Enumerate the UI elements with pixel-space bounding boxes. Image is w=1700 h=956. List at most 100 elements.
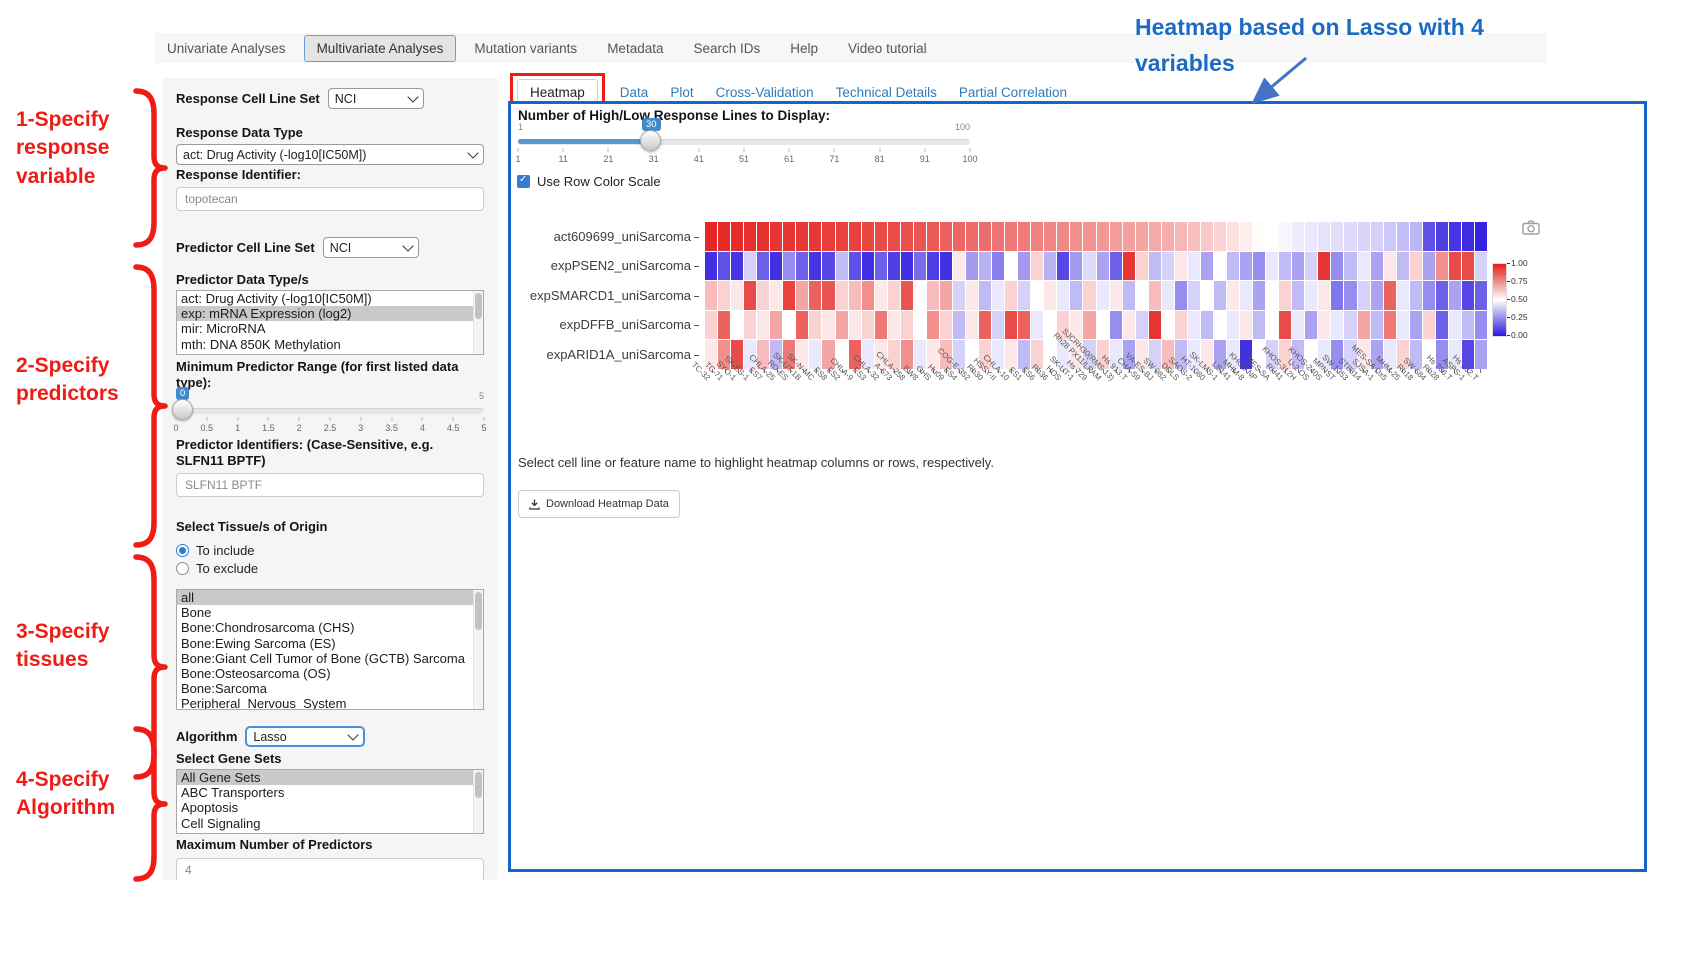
list-option-bone-ewing-sarcoma-es[interactable]: Bone:Ewing Sarcoma (ES) [177, 636, 483, 651]
nav-tab-multivariate-analyses[interactable]: Multivariate Analyses [304, 35, 457, 62]
heatmap-cell [783, 222, 795, 251]
heatmap-grid[interactable] [705, 222, 1487, 369]
heatmap-cell [914, 311, 926, 340]
tab-data[interactable]: Data [620, 85, 649, 100]
heatmap-cell [1475, 340, 1487, 369]
radio-to-exclude[interactable] [176, 562, 189, 575]
heatmap-cell [783, 281, 795, 310]
heatmap-row-label-exppsen2-unisarcoma[interactable]: expPSEN2_uniSarcoma [505, 251, 699, 280]
slider-max-label: 100 [955, 122, 970, 132]
heatmap-cell [875, 252, 887, 281]
heatmap-cell [849, 281, 861, 310]
slider-tick-label: 4 [420, 423, 425, 433]
list-option-bone-sarcoma[interactable]: Bone:Sarcoma [177, 681, 483, 696]
response-identifier-input[interactable]: topotecan [176, 187, 484, 211]
list-option-bone-giant-cell-tumor-of-bone-gctb-sarcoma[interactable]: Bone:Giant Cell Tumor of Bone (GCTB) Sar… [177, 651, 483, 666]
tissues-listbox[interactable]: allBoneBone:Chondrosarcoma (CHS)Bone:Ewi… [176, 589, 484, 710]
list-option-abc-transporters[interactable]: ABC Transporters [177, 785, 483, 800]
heatmap-row-label-expdffb-unisarcoma[interactable]: expDFFB_uniSarcoma [505, 310, 699, 339]
predictor-cell-line-set-select[interactable]: NCI [323, 237, 419, 258]
list-option-cell-signaling[interactable]: Cell Signaling [177, 816, 483, 831]
gene-sets-listbox[interactable]: All Gene SetsABC TransportersApoptosisCe… [176, 769, 484, 834]
list-option-apoptosis[interactable]: Apoptosis [177, 800, 483, 815]
heatmap-row-label-expsmarcd1-unisarcoma[interactable]: expSMARCD1_uniSarcoma [505, 281, 699, 310]
list-option-bone-chondrosarcoma-chs[interactable]: Bone:Chondrosarcoma (CHS) [177, 620, 483, 635]
heatmap-cell [822, 222, 834, 251]
tab-plot[interactable]: Plot [670, 85, 693, 100]
heatmap-cell [1344, 222, 1356, 251]
heatmap-cell [1384, 311, 1396, 340]
scrollbar-thumb[interactable] [475, 293, 482, 319]
predictor-identifiers-input[interactable]: SLFN11 BPTF [176, 473, 484, 497]
list-option-all-gene-sets[interactable]: All Gene Sets [177, 770, 483, 785]
tab-cross-validation[interactable]: Cross-Validation [716, 85, 814, 100]
heatmap-cell [1018, 252, 1030, 281]
response-lines-slider-label: Number of High/Low Response Lines to Dis… [518, 108, 830, 123]
response-cell-line-set-select[interactable]: NCI [328, 88, 424, 109]
tab-technical-details[interactable]: Technical Details [836, 85, 937, 100]
heatmap-cell [705, 281, 717, 310]
heatmap-cell [718, 252, 730, 281]
list-option-all[interactable]: all [177, 590, 483, 605]
heatmap-cell [1123, 311, 1135, 340]
tab-partial-correlation[interactable]: Partial Correlation [959, 85, 1067, 100]
slider-tickmark [484, 417, 485, 421]
scrollbar[interactable] [473, 291, 483, 354]
download-heatmap-data-button[interactable]: Download Heatmap Data [518, 490, 680, 518]
scrollbar-thumb[interactable] [475, 772, 482, 798]
heatmap-cell [1070, 281, 1082, 310]
nav-tab-video-tutorial[interactable]: Video tutorial [836, 36, 939, 61]
heatmap-cell [1279, 252, 1291, 281]
heatmap-cell [1201, 222, 1213, 251]
heatmap-cell [914, 222, 926, 251]
list-option-peripheral-nervous-system[interactable]: Peripheral_Nervous_System [177, 696, 483, 710]
min-predictor-range-label: Minimum Predictor Range (for first liste… [176, 359, 484, 391]
heatmap-cell [1305, 222, 1317, 251]
heatmap-row-label-act609699-unisarcoma[interactable]: act609699_uniSarcoma [505, 222, 699, 251]
heatmap-cell [1358, 281, 1370, 310]
nav-tab-metadata[interactable]: Metadata [595, 36, 675, 61]
slider-tickmark [653, 148, 654, 152]
response-data-type-select[interactable]: act: Drug Activity (-log10[IC50M]) [176, 144, 484, 165]
heatmap-cell [1279, 222, 1291, 251]
scrollbar[interactable] [473, 590, 483, 709]
slider-track[interactable] [176, 408, 484, 414]
heatmap-cell [1292, 222, 1304, 251]
nav-tab-mutation-variants[interactable]: Mutation variants [462, 36, 589, 61]
list-option-act-drug-activity-log10-ic50m[interactable]: act: Drug Activity (-log10[IC50M]) [177, 291, 483, 306]
scrollbar-thumb[interactable] [475, 592, 482, 630]
list-option-mir-microrna[interactable]: mir: MicroRNA [177, 321, 483, 336]
heatmap-cell [927, 252, 939, 281]
slider-tickmark [924, 148, 925, 152]
row-color-scale-checkbox[interactable] [517, 175, 530, 188]
list-option-bone-osteosarcoma-os[interactable]: Bone:Osteosarcoma (OS) [177, 666, 483, 681]
predictor-data-types-listbox[interactable]: act: Drug Activity (-log10[IC50M])exp: m… [176, 290, 484, 355]
heatmap-cell [1110, 281, 1122, 310]
heatmap-cell [953, 311, 965, 340]
list-option-exp-mrna-expression-log2[interactable]: exp: mRNA Expression (log2) [177, 306, 483, 321]
heatmap-cell [1423, 281, 1435, 310]
scrollbar[interactable] [473, 770, 483, 833]
heatmap-cell [914, 281, 926, 310]
nav-tab-search-ids[interactable]: Search IDs [681, 36, 772, 61]
heatmap-row-label-exparid1a-unisarcoma[interactable]: expARID1A_uniSarcoma [505, 340, 699, 369]
list-option-mth-dna-850k-methylation[interactable]: mth: DNA 850K Methylation [177, 337, 483, 352]
radio-to-include[interactable] [176, 544, 189, 557]
heatmap-cell [1475, 252, 1487, 281]
nav-tab-help[interactable]: Help [778, 36, 830, 61]
heatmap-cell [1475, 311, 1487, 340]
slider-tickmark [744, 148, 745, 152]
heatmap-cell [1110, 222, 1122, 251]
response-lines-slider[interactable]: 1 100 30 1112131415161718191100 [518, 124, 970, 174]
heatmap-cell [1162, 222, 1174, 251]
nav-tab-univariate-analyses[interactable]: Univariate Analyses [155, 36, 298, 61]
algorithm-select[interactable]: Lasso [245, 726, 365, 747]
camera-icon[interactable] [1522, 220, 1540, 235]
heatmap-cell [1305, 252, 1317, 281]
slider-tick-label: 100 [962, 154, 977, 164]
heatmap-cell [1018, 281, 1030, 310]
heatmap-cell [862, 281, 874, 310]
list-option-bone[interactable]: Bone [177, 605, 483, 620]
max-predictors-input[interactable]: 4 [176, 858, 484, 880]
min-predictor-range-slider[interactable]: 5 0 00.511.522.533.544.55 [176, 393, 484, 437]
